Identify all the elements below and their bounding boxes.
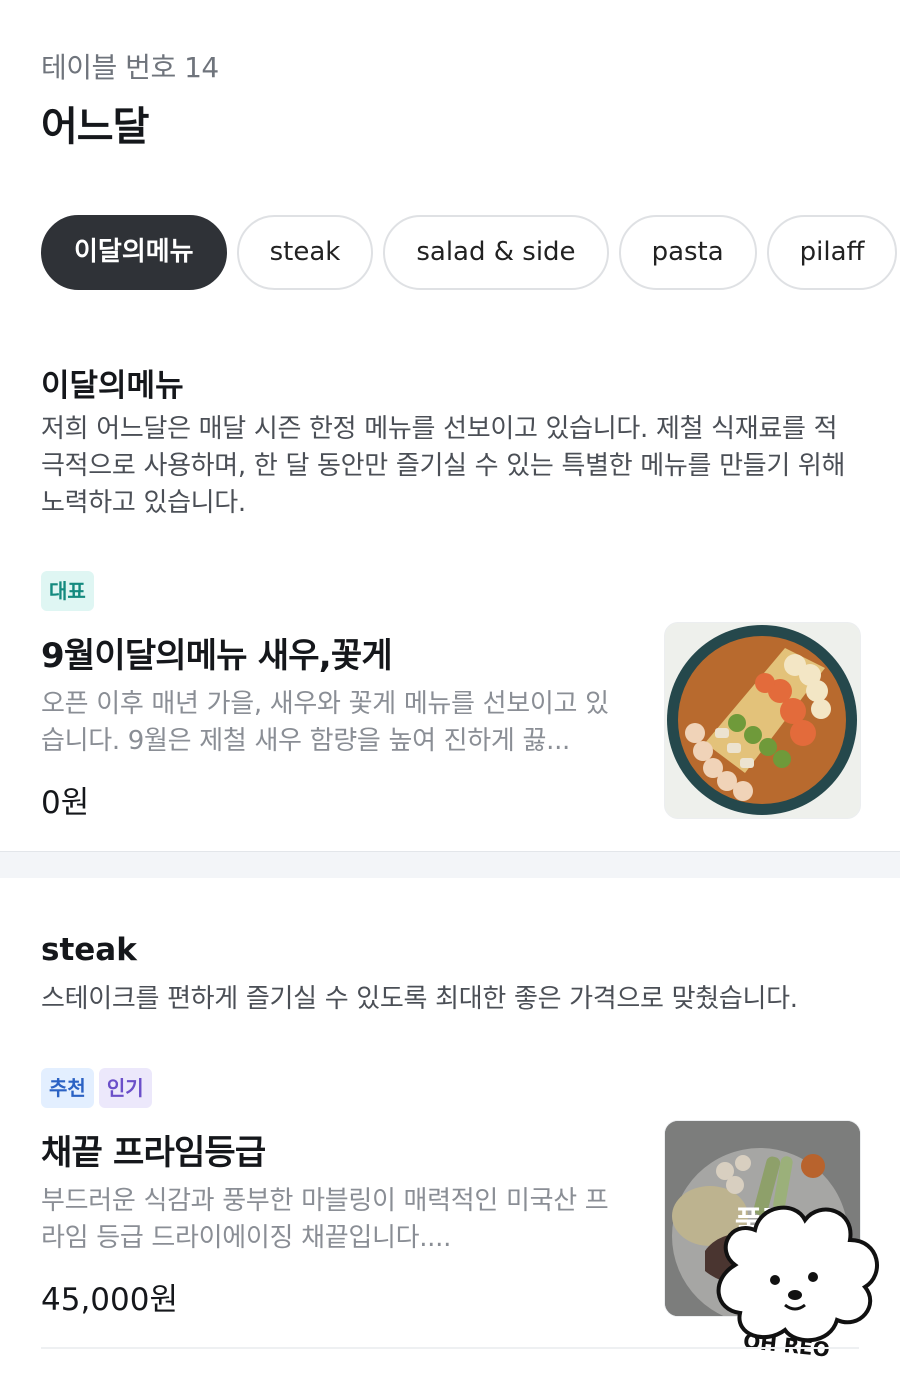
badge-popular: 인기 <box>98 1068 152 1108</box>
store-name: 어느달 <box>41 104 149 150</box>
menu-item-price: 0원 <box>41 785 90 821</box>
badge-recommended: 추천 <box>41 1068 94 1108</box>
section-divider <box>0 851 900 878</box>
badge-signature: 대표 <box>41 571 94 611</box>
tab-steak[interactable]: steak <box>236 215 374 290</box>
menu-item-name: 9월이달의메뉴 새우,꽃게 <box>41 636 393 676</box>
section-description-steak: 스테이크를 편하게 즐기실 수 있도록 최대한 좋은 가격으로 맞췄습니다. <box>41 984 798 1014</box>
dog-sticker-icon: OH REO <box>716 1205 879 1360</box>
table-number: 테이블 번호 14 <box>41 51 219 84</box>
tab-salad-side[interactable]: salad & side <box>383 215 609 290</box>
menu-item-description: 오픈 이후 매년 가을, 새우와 꽃게 메뉴를 선보이고 있습니다. 9월은 제… <box>41 689 609 756</box>
menu-item-name: 채끝 프라임등급 <box>41 1133 266 1173</box>
section-title-monthly: 이달의메뉴 <box>41 368 184 404</box>
badge-group: 추천 인기 <box>41 1068 157 1108</box>
tab-monthly-menu[interactable]: 이달의메뉴 <box>41 215 227 290</box>
section-title-steak: steak <box>41 932 137 968</box>
badge-group: 대표 <box>41 571 99 611</box>
menu-item-price: 45,000원 <box>41 1282 178 1318</box>
section-description-monthly: 저희 어느달은 매달 시즌 한정 메뉴를 선보이고 있습니다. 제철 식재료를 … <box>41 414 846 518</box>
shrimp-plate-illustration <box>667 625 857 815</box>
category-tabs: 이달의메뉴 steak salad & side pasta pilaff <box>41 215 900 291</box>
menu-item-image-shrimp-crab <box>664 622 861 819</box>
tab-pasta[interactable]: pasta <box>618 215 757 290</box>
tab-pilaff[interactable]: pilaff <box>766 215 898 290</box>
item-divider <box>41 1347 859 1349</box>
menu-item-description: 부드러운 식감과 풍부한 마블링이 매력적인 미국산 프라임 등급 드라이에이징… <box>41 1186 609 1253</box>
